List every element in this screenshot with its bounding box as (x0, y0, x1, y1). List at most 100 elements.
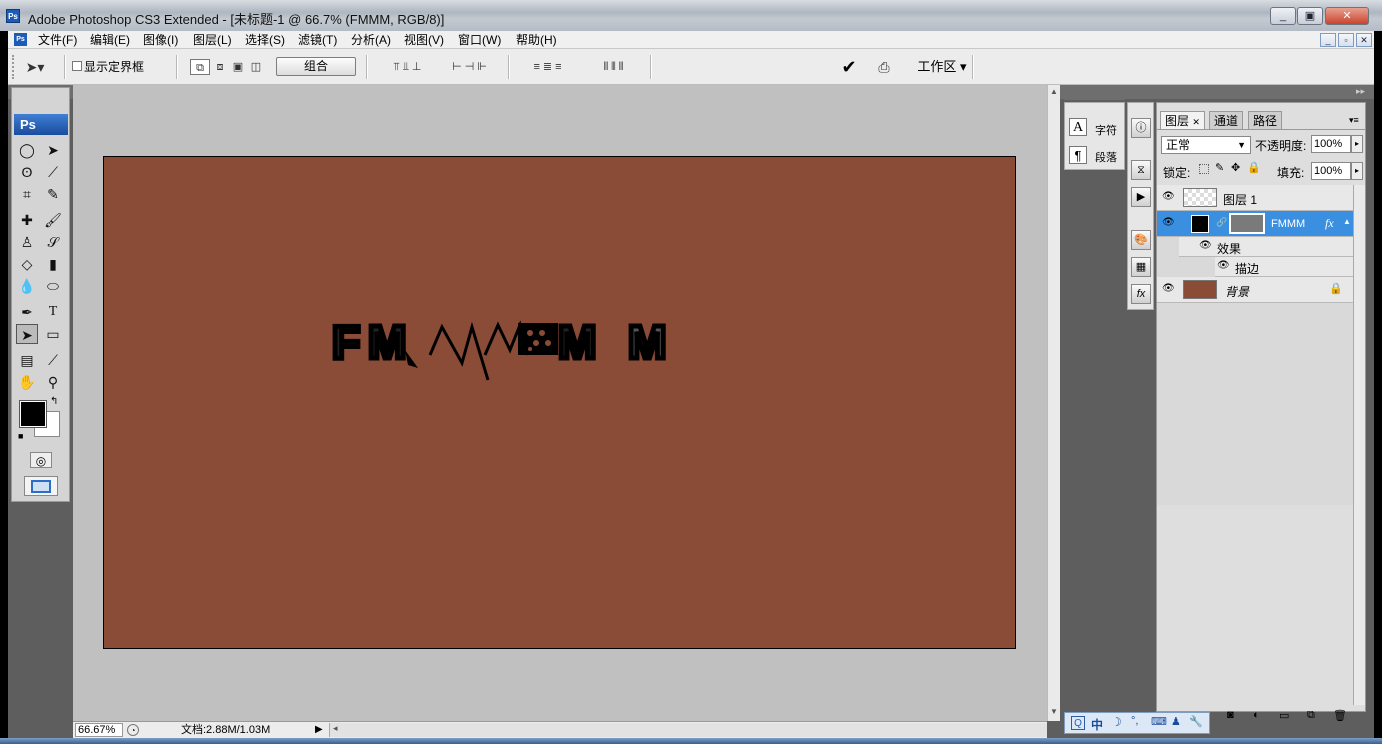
ime-keyboard-icon[interactable]: ⌨ (1151, 715, 1167, 728)
layers-scrollbar[interactable] (1353, 185, 1365, 705)
scroll-down-arrow-icon[interactable]: ▼ (1050, 707, 1058, 716)
menu-image[interactable]: 图像(I) (143, 32, 178, 48)
workspace-dropdown[interactable]: 工作区 ▾ (912, 59, 972, 75)
show-bounds-checkbox[interactable] (72, 61, 82, 71)
menu-file[interactable]: 文件(F) (38, 32, 77, 48)
shape-intersect-icon[interactable]: ▣ (230, 59, 246, 75)
menu-select[interactable]: 选择(S) (245, 32, 285, 48)
layer-row-layer1[interactable]: 👁 图层 1 (1157, 185, 1353, 211)
stroke-effect-row[interactable]: 👁 描边 (1215, 257, 1353, 277)
gradient-tool-icon[interactable]: ▮ (42, 254, 64, 274)
path-selection-tool-icon[interactable]: ➤▾ (24, 59, 46, 75)
menu-analysis[interactable]: 分析(A) (351, 32, 391, 48)
info-icon[interactable]: ⓘ (1131, 118, 1151, 138)
commit-checkmark-icon[interactable]: ✔ (838, 58, 860, 76)
ime-chinese-mode[interactable]: 中 (1091, 716, 1103, 733)
history-icon[interactable]: ⧖ (1131, 160, 1151, 180)
new-group-icon[interactable]: ▭ (1279, 709, 1289, 722)
align-vertical-icons[interactable]: ⊢⊣⊩ (440, 59, 502, 75)
styles-fx-icon[interactable]: fx (1131, 284, 1151, 304)
rectangle-tool-icon[interactable]: ▭ (42, 324, 64, 344)
menu-help[interactable]: 帮助(H) (516, 32, 557, 48)
swap-colors-icon[interactable]: ↰ (50, 396, 58, 407)
swatches-icon[interactable]: ▦ (1131, 257, 1151, 277)
ime-logo-icon[interactable]: Q (1071, 716, 1085, 730)
align-horizontal-icons[interactable]: ⫪⫫⊥ (376, 59, 442, 75)
visibility-eye-icon[interactable]: 👁 (1162, 217, 1175, 229)
combine-button[interactable]: 组合 (276, 57, 356, 76)
ime-halfwidth-icon[interactable]: ☽ (1111, 715, 1122, 729)
clone-stamp-tool-icon[interactable]: ♙ (16, 232, 38, 252)
layer-row-background[interactable]: 👁 背景 🔒 (1157, 277, 1353, 303)
grip-handle[interactable] (12, 55, 16, 79)
doc-close-button[interactable]: ✕ (1356, 33, 1372, 47)
fill-input[interactable]: 100% (1311, 162, 1351, 180)
panel-menu-icon[interactable]: ▾≡ (1349, 115, 1359, 126)
ime-settings-icon[interactable]: 🔧 (1189, 715, 1203, 728)
ime-punctuation-icon[interactable]: °, (1131, 715, 1138, 727)
doc-restore-button[interactable]: ▫ (1338, 33, 1354, 47)
menu-filter[interactable]: 滤镜(T) (298, 32, 337, 48)
magic-wand-tool-icon[interactable]: ⟋ (42, 162, 64, 182)
new-layer-icon[interactable]: ⧉ (1307, 709, 1315, 722)
opacity-arrow-icon[interactable]: ▸ (1351, 135, 1363, 153)
document-canvas[interactable] (103, 156, 1016, 649)
quick-mask-icon[interactable]: ◎ (30, 452, 52, 468)
crop-tool-icon[interactable]: ⌗ (16, 184, 38, 204)
slice-tool-icon[interactable]: ✎ (42, 184, 64, 204)
character-icon[interactable]: A (1069, 118, 1087, 136)
opacity-input[interactable]: 100% (1311, 135, 1351, 153)
status-info-icon[interactable]: ◔ (127, 724, 139, 736)
menu-layer[interactable]: 图层(L) (193, 32, 232, 48)
shape-exclude-icon[interactable]: ◫ (248, 59, 264, 75)
tab-layers[interactable]: 图层 ✕ (1160, 111, 1205, 129)
lasso-tool-icon[interactable]: ʘ (16, 162, 38, 182)
scroll-left-arrow-icon[interactable]: ◂ (333, 723, 338, 734)
add-mask-icon[interactable]: ◙ (1227, 709, 1234, 721)
shape-add-icon[interactable]: ⧉ (190, 59, 210, 75)
paragraph-label[interactable]: 段落 (1095, 149, 1117, 165)
visibility-eye-icon[interactable]: 👁 (1162, 191, 1175, 203)
distribute-horizontal-icons[interactable]: ⫴⫴⫴ (584, 59, 646, 75)
stroke-eye-icon[interactable]: 👁 (1217, 260, 1230, 271)
close-button[interactable]: ✕ (1325, 7, 1369, 25)
brush-tool-icon[interactable]: 🖌 (42, 210, 64, 230)
history-brush-tool-icon[interactable]: 𝒮 (42, 232, 64, 252)
menu-edit[interactable]: 编辑(E) (90, 32, 130, 48)
actions-icon[interactable]: ▶ (1131, 187, 1151, 207)
zoom-level-field[interactable]: 66.67% (75, 723, 123, 737)
delete-layer-icon[interactable]: 🗑 (1333, 709, 1347, 722)
eyedropper-tool-icon[interactable]: ⟋ (42, 350, 64, 370)
tab-channels[interactable]: 通道 (1209, 111, 1244, 129)
dodge-tool-icon[interactable]: ⬭ (42, 276, 64, 296)
foreground-color-swatch[interactable] (19, 400, 47, 428)
lock-transparent-icon[interactable] (1199, 164, 1209, 174)
status-menu-arrow-icon[interactable]: ▶ (315, 723, 327, 737)
move-tool-icon[interactable]: ➤ (42, 140, 64, 160)
collapse-effects-icon[interactable]: ▲ (1343, 217, 1351, 226)
blend-mode-select[interactable]: 正常 ▼ (1161, 136, 1251, 154)
type-tool-icon[interactable]: T (42, 302, 64, 322)
screen-mode-button[interactable] (24, 476, 58, 496)
adjustment-layer-icon[interactable]: ◐ (1253, 709, 1260, 721)
pen-tool-icon[interactable]: ✒ (16, 302, 38, 322)
minimize-button[interactable]: _ (1270, 7, 1296, 25)
doc-minimize-button[interactable]: _ (1320, 33, 1336, 47)
tab-paths[interactable]: 路径 (1248, 111, 1283, 129)
color-palette-icon[interactable]: 🎨 (1131, 230, 1151, 250)
maximize-button[interactable]: ▣ (1297, 7, 1323, 25)
tab-close-icon[interactable]: ✕ (1192, 117, 1200, 127)
effects-eye-icon[interactable]: 👁 (1199, 240, 1212, 251)
lock-image-icon[interactable]: ✎ (1215, 161, 1224, 174)
scroll-up-arrow-icon[interactable]: ▲ (1050, 87, 1058, 96)
shape-subtract-icon[interactable]: ⧈ (212, 59, 228, 75)
default-colors-icon[interactable]: ■ (18, 431, 23, 441)
healing-brush-tool-icon[interactable]: ✚ (16, 210, 38, 230)
paragraph-icon[interactable]: ¶ (1069, 146, 1087, 164)
distribute-vertical-icons[interactable]: ≡≣≡ (516, 59, 582, 75)
bridge-icon[interactable]: ⎙ (872, 59, 896, 75)
fill-arrow-icon[interactable]: ▸ (1351, 162, 1363, 180)
menu-window[interactable]: 窗口(W) (458, 32, 501, 48)
effects-row[interactable]: 👁 效果 (1179, 237, 1353, 257)
layer-row-fmmm[interactable]: 👁 🔗 FMMM fx ▲ (1157, 211, 1353, 237)
